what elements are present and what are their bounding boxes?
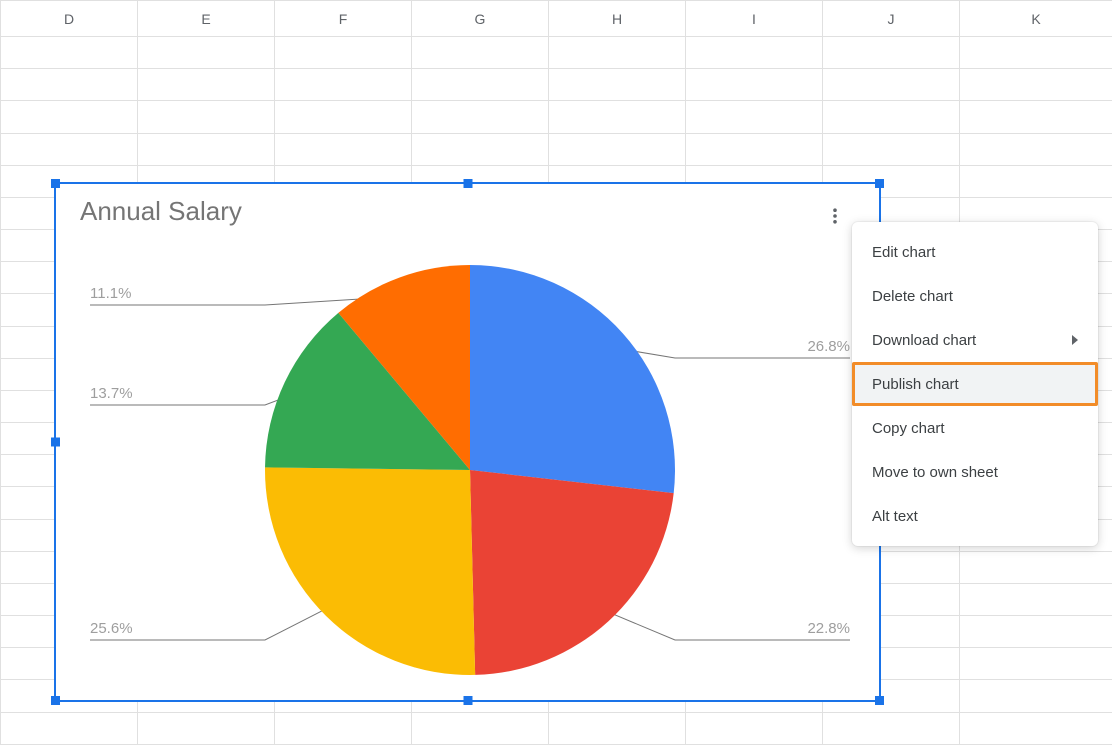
grid-cell[interactable] [138,101,275,133]
more-vertical-icon [826,207,844,225]
chart-context-menu: Edit chart Delete chart Download chart P… [852,222,1098,546]
grid-cell[interactable] [960,616,1112,648]
grid-cell[interactable] [275,69,412,101]
column-header[interactable]: F [275,1,412,37]
menu-item-label: Alt text [872,508,918,525]
grid-cell[interactable] [275,133,412,165]
grid-cell[interactable] [1,37,138,69]
grid-cell[interactable] [412,712,549,744]
grid-cell[interactable] [138,69,275,101]
grid-cell[interactable] [960,69,1112,101]
menu-delete-chart[interactable]: Delete chart [852,274,1098,318]
grid-cell[interactable] [549,712,686,744]
grid-row [1,133,1112,165]
grid-cell[interactable] [1,101,138,133]
menu-alt-text[interactable]: Alt text [852,494,1098,538]
resize-handle-mid-left[interactable] [51,438,60,447]
pie-chart: 26.8% 22.8% 25.6% 13.7% 11.1% [80,250,860,690]
grid-row [1,37,1112,69]
grid-cell[interactable] [686,712,823,744]
grid-cell[interactable] [275,101,412,133]
grid-cell[interactable] [960,583,1112,615]
column-header[interactable]: I [686,1,823,37]
grid-cell[interactable] [412,101,549,133]
grid-cell[interactable] [960,551,1112,583]
grid-cell[interactable] [138,712,275,744]
column-header[interactable]: K [960,1,1112,37]
resize-handle-top-right[interactable] [875,179,884,188]
grid-cell[interactable] [549,37,686,69]
column-header-row: D E F G H I J K [1,1,1112,37]
column-header[interactable]: D [1,1,138,37]
resize-handle-bottom-left[interactable] [51,696,60,705]
grid-cell[interactable] [1,712,138,744]
menu-download-chart[interactable]: Download chart [852,318,1098,362]
grid-cell[interactable] [823,69,960,101]
resize-handle-top-mid[interactable] [463,179,472,188]
grid-cell[interactable] [823,712,960,744]
column-header[interactable]: E [138,1,275,37]
grid-row [1,69,1112,101]
grid-cell[interactable] [823,101,960,133]
grid-cell[interactable] [686,37,823,69]
chart-more-button[interactable] [821,202,849,230]
grid-cell[interactable] [1,69,138,101]
grid-cell[interactable] [138,37,275,69]
grid-cell[interactable] [960,165,1112,197]
menu-copy-chart[interactable]: Copy chart [852,406,1098,450]
grid-row [1,101,1112,133]
menu-item-label: Edit chart [872,244,935,261]
chart-title: Annual Salary [80,196,855,227]
grid-row [1,712,1112,744]
submenu-arrow-icon [1072,335,1078,345]
menu-item-label: Delete chart [872,288,953,305]
grid-cell[interactable] [960,133,1112,165]
chart-selection-frame[interactable]: Annual Salary 26.8% 22.8% 25.6% 13.7% 11.1% [54,182,881,702]
pie-slice-label: 13.7% [90,385,133,402]
grid-cell[interactable] [960,712,1112,744]
grid-cell[interactable] [138,133,275,165]
pie-slice[interactable] [470,265,675,493]
menu-item-label: Copy chart [872,420,945,437]
column-header[interactable]: G [412,1,549,37]
grid-cell[interactable] [549,101,686,133]
grid-cell[interactable] [686,133,823,165]
grid-cell[interactable] [275,712,412,744]
pie-slice-label: 25.6% [90,620,133,637]
pie-slice-label: 26.8% [807,338,850,355]
grid-cell[interactable] [412,37,549,69]
grid-cell[interactable] [686,101,823,133]
column-header[interactable]: H [549,1,686,37]
resize-handle-bottom-mid[interactable] [463,696,472,705]
resize-handle-top-left[interactable] [51,179,60,188]
grid-cell[interactable] [686,69,823,101]
menu-item-label: Download chart [872,332,976,349]
resize-handle-bottom-right[interactable] [875,696,884,705]
grid-cell[interactable] [549,133,686,165]
pie-slice-label: 11.1% [90,285,131,302]
pie-slice[interactable] [265,467,475,675]
grid-cell[interactable] [823,37,960,69]
pie-slice-label: 22.8% [807,620,850,637]
menu-publish-chart[interactable]: Publish chart [852,362,1098,406]
grid-cell[interactable] [960,680,1112,712]
pie-slice[interactable] [470,470,674,675]
grid-cell[interactable] [1,133,138,165]
menu-edit-chart[interactable]: Edit chart [852,230,1098,274]
grid-cell[interactable] [275,37,412,69]
grid-cell[interactable] [960,648,1112,680]
menu-item-label: Publish chart [872,376,959,393]
column-header[interactable]: J [823,1,960,37]
grid-cell[interactable] [412,133,549,165]
grid-cell[interactable] [549,69,686,101]
menu-item-label: Move to own sheet [872,464,998,481]
menu-move-own-sheet[interactable]: Move to own sheet [852,450,1098,494]
grid-cell[interactable] [960,37,1112,69]
grid-cell[interactable] [412,69,549,101]
grid-cell[interactable] [823,133,960,165]
chart-container: Annual Salary 26.8% 22.8% 25.6% 13.7% 11.1% [80,196,855,688]
grid-cell[interactable] [960,101,1112,133]
